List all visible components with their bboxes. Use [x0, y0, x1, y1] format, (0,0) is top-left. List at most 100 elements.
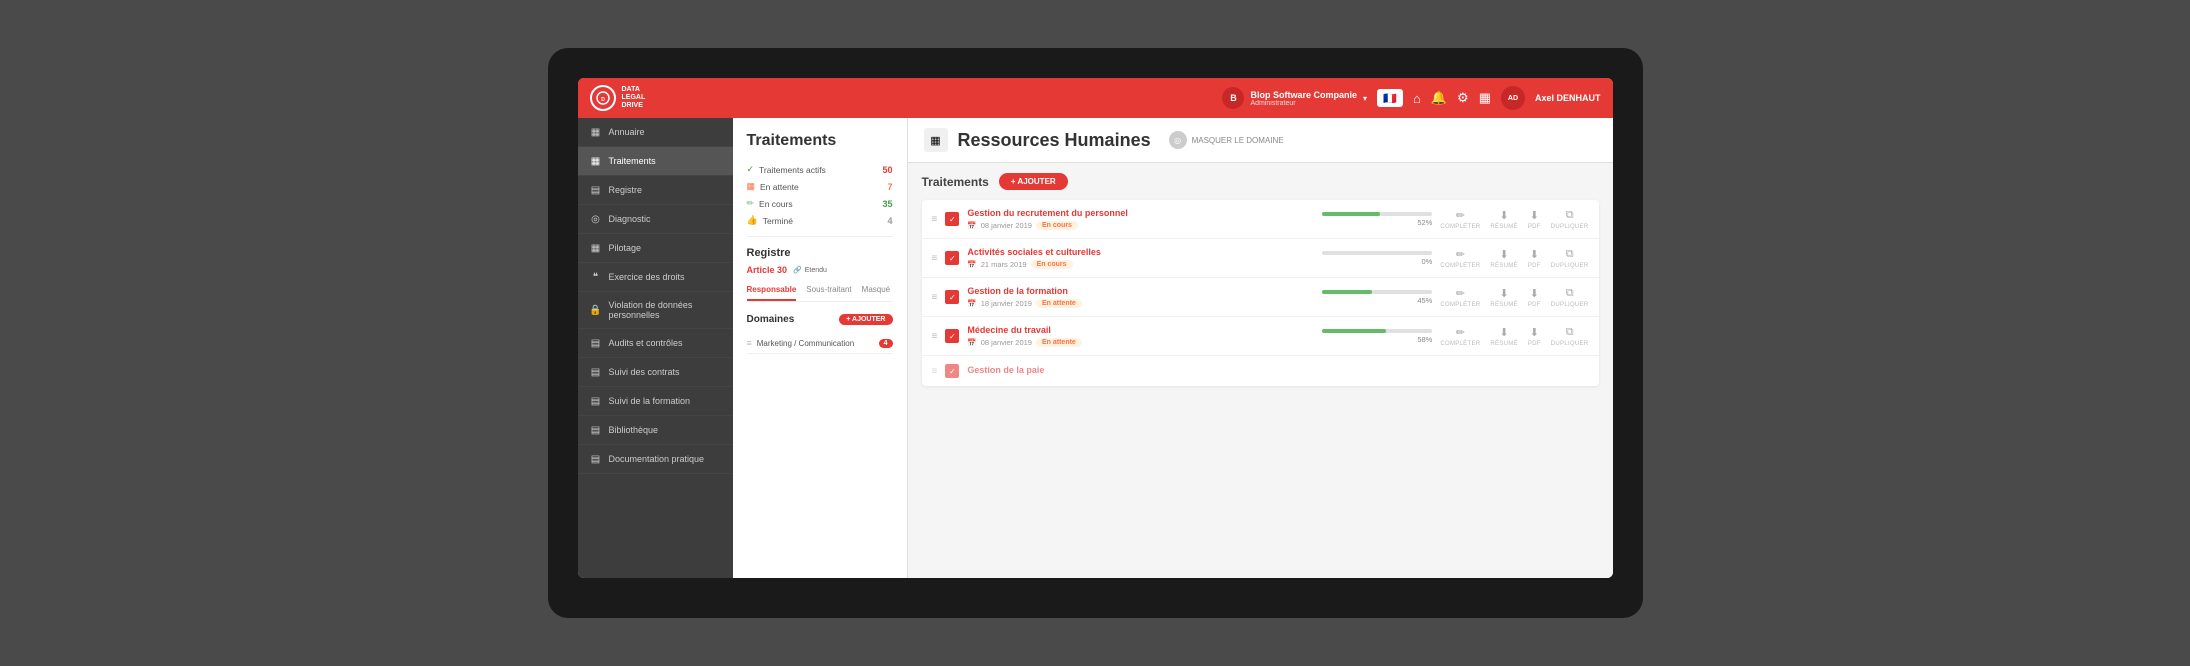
row-name[interactable]: Gestion de la paie: [967, 365, 1588, 375]
pdf-button[interactable]: ⬇ PDF: [1528, 287, 1541, 308]
dupliquer-button[interactable]: ⧉ DUPLIQUER: [1551, 326, 1589, 347]
gear-icon[interactable]: ⚙: [1457, 90, 1469, 106]
resume-button[interactable]: ⬇ RÉSUMÉ: [1490, 326, 1517, 347]
sidebar-item-contrats[interactable]: ▤ Suivi des contrats: [578, 358, 733, 387]
home-icon[interactable]: ⌂: [1413, 91, 1421, 106]
table-row: ≡ Gestion du recrutement du personnel 📅 …: [922, 200, 1599, 239]
sidebar-item-audits[interactable]: ▤ Audits et contrôles: [578, 329, 733, 358]
language-flag[interactable]: 🇫🇷: [1377, 89, 1403, 107]
resume-label: RÉSUMÉ: [1490, 263, 1517, 269]
resume-button[interactable]: ⬇ RÉSUMÉ: [1490, 287, 1517, 308]
row-name[interactable]: Activités sociales et culturelles: [967, 247, 1314, 257]
row-content: Gestion de la formation 📅 18 janvier 201…: [967, 286, 1314, 308]
bell-icon[interactable]: 🔔: [1431, 90, 1447, 106]
masquer-circle-icon: ◎: [1169, 131, 1187, 149]
edit-icon: ✏: [1456, 326, 1465, 339]
stat-attente-label: En attente: [760, 182, 799, 192]
company-name: Blop Software Companie: [1250, 90, 1357, 100]
resume-button[interactable]: ⬇ RÉSUMÉ: [1490, 209, 1517, 230]
sidebar-label: Registre: [609, 185, 643, 195]
tab-sous-traitant[interactable]: Sous-traitant: [806, 285, 851, 301]
resume-button[interactable]: ⬇ RÉSUMÉ: [1490, 248, 1517, 269]
progress-bar-fill: [1322, 212, 1379, 216]
sidebar-label: Pilotage: [609, 243, 642, 253]
progress-section: 0%: [1322, 251, 1432, 266]
completer-button[interactable]: ✏ COMPLÉTER: [1440, 209, 1480, 230]
pdf-button[interactable]: ⬇ PDF: [1528, 209, 1541, 230]
stat-actifs-left: ✓ Traitements actifs: [747, 164, 826, 175]
completer-button[interactable]: ✏ COMPLÉTER: [1440, 326, 1480, 347]
pdf-icon: ⬇: [1530, 248, 1539, 261]
sidebar-item-documentation[interactable]: ▤ Documentation pratique: [578, 445, 733, 474]
duplicate-icon: ⧉: [1566, 326, 1574, 339]
table-row: ≡ Gestion de la paie: [922, 356, 1599, 386]
sidebar-label: Audits et contrôles: [609, 338, 683, 348]
ajouter-traitement-button[interactable]: + AJOUTER: [999, 173, 1068, 190]
dupliquer-label: DUPLIQUER: [1551, 341, 1589, 347]
row-checkbox[interactable]: [945, 364, 959, 378]
row-name[interactable]: Médecine du travail: [967, 325, 1314, 335]
tab-responsable[interactable]: Responsable: [747, 285, 797, 301]
completer-label: COMPLÉTER: [1440, 263, 1480, 269]
stat-attente-count: 7: [887, 182, 892, 192]
article-row: Article 30 🔗 Etendu: [747, 265, 893, 275]
grid-icon: ▦: [930, 134, 940, 147]
ajouter-domaine-button[interactable]: + AJOUTER: [839, 314, 892, 325]
sidebar-item-registre[interactable]: ▤ Registre: [578, 176, 733, 205]
tab-masque[interactable]: Masqué: [862, 285, 890, 301]
row-checkbox[interactable]: [945, 251, 959, 265]
stat-attente-left: ▦ En attente: [747, 181, 799, 192]
sidebar-item-exercice[interactable]: ❝ Exercice des droits: [578, 263, 733, 292]
table-row: ≡ Activités sociales et culturelles 📅 21…: [922, 239, 1599, 278]
logo-text: DATA LEGAL DRIVE: [622, 86, 646, 109]
sidebar-item-violation[interactable]: 🔒 Violation de données personnelles: [578, 292, 733, 329]
progress-bar-bg: [1322, 212, 1432, 216]
completer-button[interactable]: ✏ COMPLÉTER: [1440, 248, 1480, 269]
domain-item-marketing[interactable]: ≡ Marketing / Communication 4: [747, 333, 893, 354]
stat-termine: 👍 Terminé 4: [747, 215, 893, 226]
right-content: ▦ Ressources Humaines ◎ MASQUER LE DOMAI…: [908, 118, 1613, 578]
drag-handle-icon: ≡: [747, 338, 752, 348]
dupliquer-button[interactable]: ⧉ DUPLIQUER: [1551, 287, 1589, 308]
row-checkbox[interactable]: [945, 212, 959, 226]
table-row: ≡ Médecine du travail 📅 08 janvier 2019 …: [922, 317, 1599, 356]
masquer-domaine-button[interactable]: ◎ MASQUER LE DOMAINE: [1169, 131, 1284, 149]
pdf-button[interactable]: ⬇ PDF: [1528, 326, 1541, 347]
dupliquer-label: DUPLIQUER: [1551, 263, 1589, 269]
stat-cours: ✏ En cours 35: [747, 198, 893, 209]
grid-view-button[interactable]: ▦: [924, 128, 948, 152]
pdf-label: PDF: [1528, 302, 1541, 308]
sidebar-item-traitements[interactable]: ▦ Traitements: [578, 147, 733, 176]
resume-icon: ⬇: [1500, 326, 1509, 339]
link-icon: 🔗: [793, 266, 802, 274]
row-checkbox[interactable]: [945, 290, 959, 304]
etendu-badge: 🔗 Etendu: [793, 266, 827, 274]
completer-button[interactable]: ✏ COMPLÉTER: [1440, 287, 1480, 308]
dupliquer-button[interactable]: ⧉ DUPLIQUER: [1551, 209, 1589, 230]
pdf-button[interactable]: ⬇ PDF: [1528, 248, 1541, 269]
stats-icon[interactable]: ▦: [1479, 90, 1491, 106]
sidebar-item-pilotage[interactable]: ▦ Pilotage: [578, 234, 733, 263]
sidebar-item-annuaire[interactable]: ▦ Annuaire: [578, 118, 733, 147]
sidebar-label: Suivi de la formation: [609, 396, 691, 406]
traitements-section-label: Traitements: [922, 175, 989, 189]
sidebar-item-diagnostic[interactable]: ◎ Diagnostic: [578, 205, 733, 234]
dupliquer-label: DUPLIQUER: [1551, 224, 1589, 230]
row-name[interactable]: Gestion du recrutement du personnel: [967, 208, 1314, 218]
progress-bar-fill: [1322, 290, 1372, 294]
company-info[interactable]: B Blop Software Companie Administrateur …: [1222, 87, 1367, 109]
sidebar-item-formation[interactable]: ▤ Suivi de la formation: [578, 387, 733, 416]
calendar-icon: 📅: [967, 221, 976, 230]
divider: [747, 236, 893, 237]
dupliquer-button[interactable]: ⧉ DUPLIQUER: [1551, 248, 1589, 269]
thumb-icon: 👍: [747, 215, 758, 226]
traitements-table: ≡ Gestion du recrutement du personnel 📅 …: [922, 200, 1599, 386]
main-layout: ▦ Annuaire ▦ Traitements ▤ Registre ◎ Di…: [578, 118, 1613, 578]
company-details: Blop Software Companie Administrateur: [1250, 90, 1357, 107]
svg-text:D: D: [601, 97, 605, 103]
row-name[interactable]: Gestion de la formation: [967, 286, 1314, 296]
row-checkbox[interactable]: [945, 329, 959, 343]
sidebar-item-bibliotheque[interactable]: ▤ Bibliothèque: [578, 416, 733, 445]
stat-cours-count: 35: [882, 199, 892, 209]
status-badge: En attente: [1036, 299, 1082, 308]
